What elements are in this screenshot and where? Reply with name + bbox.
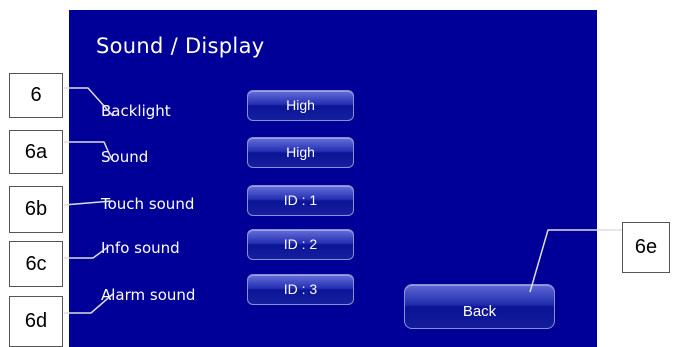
info-sound-button[interactable]: ID : 2 [247,229,354,260]
callout-6e: 6e [622,222,670,273]
callout-6: 6 [9,73,63,118]
sound-label: Sound [101,148,149,166]
page-title: Sound / Display [96,34,265,58]
info-sound-label: Info sound [101,239,180,257]
alarm-sound-label: Alarm sound [101,286,196,304]
alarm-sound-button[interactable]: ID : 3 [247,274,354,305]
callout-6b: 6b [9,186,63,233]
touch-sound-label: Touch sound [101,195,195,213]
touch-sound-button[interactable]: ID : 1 [247,185,354,216]
sound-display-screen: Sound / Display Backlight High Sound Hig… [69,10,597,347]
callout-6c: 6c [9,241,63,287]
back-button[interactable]: Back [404,284,555,329]
callout-6d: 6d [9,296,63,347]
callout-6a: 6a [9,130,63,174]
backlight-button[interactable]: High [247,90,354,121]
backlight-label: Backlight [101,102,171,120]
sound-button[interactable]: High [247,137,354,168]
